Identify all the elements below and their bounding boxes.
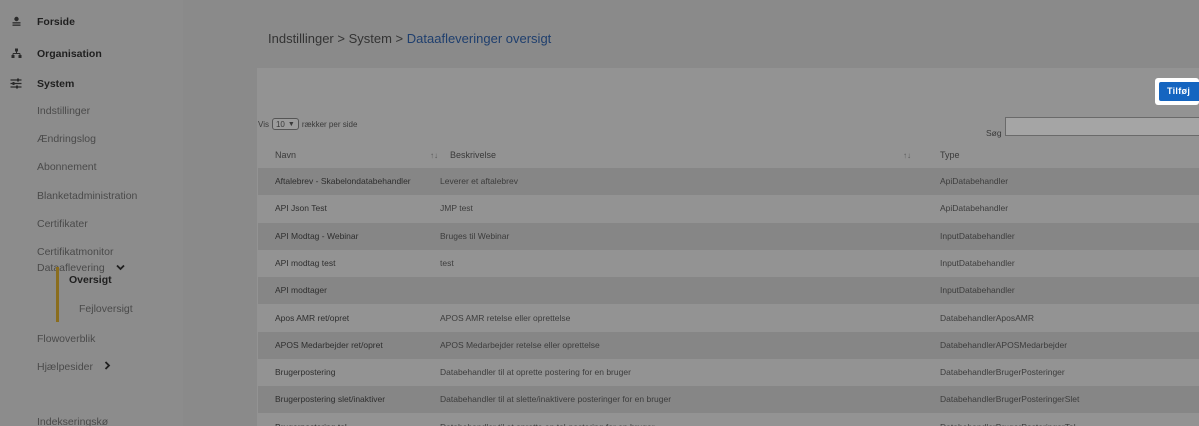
- sidebar-item-label: Indstillinger: [37, 104, 91, 117]
- sidebar-item-label: Blanketadministration: [37, 189, 138, 202]
- column-header-navn[interactable]: Navn: [275, 143, 296, 168]
- sidebar-item-indekseringsko[interactable]: Indekseringskø: [0, 408, 183, 426]
- person-icon: [10, 16, 22, 28]
- cell-type: DatabehandlerBrugerPosteringerTal: [940, 414, 1076, 426]
- sidebar-item-abonnement[interactable]: Abonnement: [0, 153, 183, 180]
- cell-navn: Brugerpostering tal: [275, 414, 347, 426]
- sidebar: Forside Organisation System Indstillinge…: [0, 0, 183, 426]
- cell-type: ApiDatabehandler: [940, 176, 1009, 186]
- cell-beskrivelse: JMP test: [440, 203, 473, 214]
- sidebar-item-fejloversigt[interactable]: Fejloversigt: [0, 295, 183, 322]
- table-header: Navn ↑↓ Beskrivelse ↑↓ Type: [258, 143, 1199, 168]
- cell-type: ApiDatabehandler: [940, 203, 1009, 214]
- table-row[interactable]: Brugerpostering Databehandler til at opre…: [258, 359, 1199, 387]
- cell-beskrivelse: test: [440, 257, 454, 268]
- cell-beskrivelse: Leverer et aftalebrev: [440, 176, 518, 186]
- chevron-down-icon: ▼: [287, 120, 295, 128]
- column-header-type[interactable]: Type: [940, 143, 960, 168]
- sidebar-item-system[interactable]: System: [0, 70, 183, 97]
- sidebar-item-label: Flowoverblik: [37, 332, 96, 345]
- page-size-prefix: Vis: [258, 119, 269, 129]
- cell-navn: Brugerpostering slet/inaktiver: [275, 394, 386, 405]
- cell-beskrivelse: Bruges til Webinar: [440, 230, 510, 241]
- cell-beskrivelse: Databehandler til at oprette en tal-post…: [440, 414, 655, 426]
- sidebar-item-label: Forside: [37, 15, 75, 28]
- cell-type: InputDatabehandler: [940, 257, 1015, 268]
- breadcrumb: Indstillinger > System > Dataafleveringe…: [268, 31, 551, 46]
- sidebar-item-label: Organisation: [37, 47, 102, 60]
- breadcrumb-item[interactable]: System: [349, 31, 392, 46]
- search-input[interactable]: [1005, 117, 1199, 136]
- page-size-select[interactable]: 10 ▼: [271, 118, 299, 130]
- cell-beskrivelse: APOS Medarbejder retelse eller oprettels…: [440, 339, 600, 350]
- table-row[interactable]: API modtager InputDatabehandler: [258, 277, 1199, 305]
- sidebar-item-aendringslog[interactable]: Ændringslog: [0, 125, 183, 152]
- sliders-icon: [10, 78, 22, 90]
- sidebar-item-label: Abonnement: [37, 160, 97, 173]
- chevron-right-icon: [104, 360, 111, 373]
- sidebar-item-oversigt[interactable]: Oversigt: [0, 266, 183, 293]
- cell-navn: API modtag test: [275, 257, 336, 268]
- sidebar-item-certifikater[interactable]: Certifikater: [0, 210, 183, 237]
- table-row[interactable]: API Modtag - Webinar Bruges til Webinar In…: [258, 222, 1199, 250]
- cell-type: DatabehandlerBrugerPosteringerSlet: [940, 394, 1080, 405]
- page-size-value: 10: [275, 119, 285, 129]
- table-row[interactable]: Brugerpostering slet/inaktiver Databehand…: [258, 386, 1199, 414]
- table-row[interactable]: APOS Medarbejder ret/opret APOS Medarbejd…: [258, 331, 1199, 359]
- sort-asc-icon[interactable]: ↑↓: [430, 143, 438, 168]
- sidebar-item-label: Oversigt: [69, 273, 112, 286]
- sidebar-item-label: System: [37, 77, 75, 90]
- add-button[interactable]: Tilføj: [1159, 82, 1199, 101]
- sidebar-item-label: Indekseringskø: [37, 415, 109, 426]
- table-row[interactable]: API modtag test test InputDatabehandler: [258, 249, 1199, 277]
- sidebar-item-label: Certifikater: [37, 217, 88, 230]
- sidebar-item-forside[interactable]: Forside: [0, 8, 183, 35]
- search-label: Søg: [986, 128, 1002, 138]
- cell-beskrivelse: Databehandler til at slette/inaktivere p…: [440, 394, 672, 405]
- sidebar-item-label: Hjælpesider: [37, 360, 94, 373]
- cell-navn: Brugerpostering: [275, 367, 336, 378]
- sidebar-item-hjaelpesider[interactable]: Hjælpesider: [0, 353, 183, 380]
- sidebar-item-label: Ændringslog: [37, 132, 96, 145]
- cell-type: InputDatabehandler: [940, 285, 1015, 296]
- table-row[interactable]: Apos AMR ret/opret APOS AMR retelse eller…: [258, 304, 1199, 332]
- breadcrumb-current[interactable]: Dataafleveringer oversigt: [407, 31, 552, 46]
- breadcrumb-item[interactable]: Indstillinger: [268, 31, 334, 46]
- breadcrumb-separator: >: [333, 31, 349, 46]
- sidebar-item-flowoverblik[interactable]: Flowoverblik: [0, 325, 183, 352]
- cell-navn: Apos AMR ret/opret: [275, 312, 350, 323]
- cell-type: InputDatabehandler: [940, 230, 1015, 241]
- table-row[interactable]: API Json Test JMP test ApiDatabehandler: [258, 195, 1199, 223]
- page-size-suffix: rækker per side: [301, 119, 358, 129]
- cell-type: DatabehandlerAposAMR: [940, 312, 1035, 323]
- breadcrumb-separator: >: [391, 31, 407, 46]
- sidebar-item-organisation[interactable]: Organisation: [0, 40, 183, 67]
- cell-navn: API Json Test: [275, 203, 327, 214]
- table-row[interactable]: Aftalebrev - Skabelondatabehandler Levere…: [258, 168, 1199, 195]
- cell-navn: Aftalebrev - Skabelondatabehandler: [275, 176, 411, 186]
- cell-navn: API modtager: [275, 285, 327, 296]
- org-chart-icon: [10, 48, 22, 60]
- cell-beskrivelse: Databehandler til at oprette postering f…: [440, 367, 631, 378]
- page-size-control: Vis 10 ▼ rækker per side: [258, 118, 357, 130]
- cell-navn: APOS Medarbejder ret/opret: [275, 339, 383, 350]
- sidebar-item-blanketadministration[interactable]: Blanketadministration: [0, 182, 183, 209]
- sort-icon[interactable]: ↑↓: [903, 143, 911, 168]
- sidebar-item-indstillinger[interactable]: Indstillinger: [0, 97, 183, 124]
- table-row[interactable]: Brugerpostering tal Databehandler til at …: [258, 413, 1199, 426]
- cell-navn: API Modtag - Webinar: [275, 230, 359, 241]
- column-header-beskrivelse[interactable]: Beskrivelse: [450, 143, 496, 168]
- cell-beskrivelse: APOS AMR retelse eller oprettelse: [440, 312, 571, 323]
- sidebar-item-label: Fejloversigt: [79, 302, 133, 315]
- cell-type: DatabehandlerBrugerPosteringer: [940, 367, 1065, 378]
- cell-type: DatabehandlerAPOSMedarbejder: [940, 339, 1068, 350]
